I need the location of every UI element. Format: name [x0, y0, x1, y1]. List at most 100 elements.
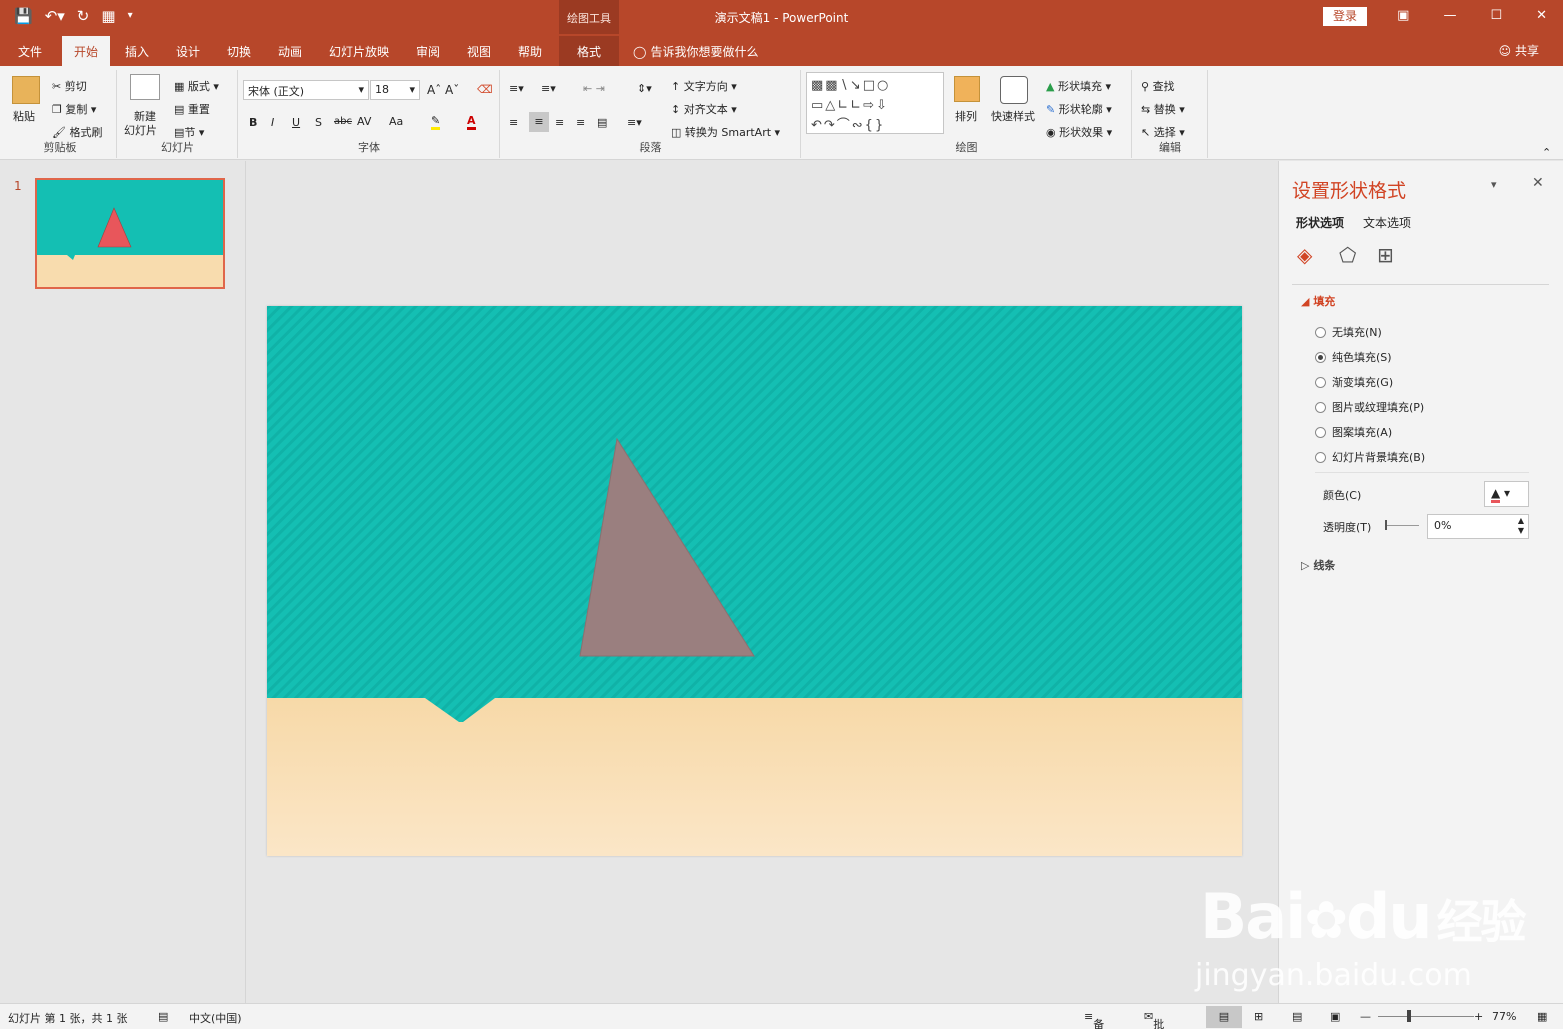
fill-option-picture[interactable]: 图片或纹理填充(P)	[1315, 399, 1424, 415]
fill-option-none[interactable]: 无填充(N)	[1315, 324, 1382, 340]
paste-icon[interactable]	[12, 76, 40, 104]
fill-section-header[interactable]: ◢ 填充	[1301, 293, 1335, 309]
login-button[interactable]: 登录	[1323, 7, 1367, 26]
quick-styles-button[interactable]: 快速样式	[991, 108, 1035, 124]
new-slide-icon[interactable]	[130, 74, 160, 100]
tab-animations[interactable]: 动画	[278, 43, 302, 60]
tab-transitions[interactable]: 切换	[227, 43, 251, 60]
sorter-view-icon[interactable]: ⊞	[1254, 1010, 1263, 1023]
maximize-icon[interactable]: ☐	[1490, 8, 1502, 23]
align-text-button[interactable]: ↕ 对齐文本 ▾	[671, 101, 737, 117]
bullets-icon[interactable]: ≡▾	[509, 82, 524, 95]
shape-effects-button[interactable]: ◉ 形状效果 ▾	[1046, 124, 1112, 140]
reset-button[interactable]: ▤ 重置	[174, 101, 210, 117]
zoom-out-icon[interactable]: —	[1360, 1010, 1371, 1023]
spinner-icon[interactable]: ▲ ▼	[1518, 516, 1524, 536]
case-button[interactable]: Aa	[389, 115, 403, 128]
copy-button[interactable]: ❐ 复制 ▾	[52, 101, 96, 117]
collapse-ribbon-icon[interactable]: ⌃	[1542, 146, 1551, 159]
strikethrough-button[interactable]: abc	[334, 116, 352, 127]
minimize-icon[interactable]: —	[1443, 8, 1456, 23]
shapes-gallery[interactable]: ▩▩∖↘□○ ▭△∟∟⇨⇩ ↶↷⌒∾{}	[806, 72, 944, 134]
tab-view[interactable]: 视图	[467, 43, 491, 60]
new-slide-label-2[interactable]: 幻灯片	[124, 122, 157, 138]
fit-slide-icon[interactable]: ▦	[1537, 1010, 1547, 1023]
fill-line-icon[interactable]: ◈	[1297, 243, 1312, 267]
text-options-tab[interactable]: 文本选项	[1363, 214, 1411, 231]
zoom-in-icon[interactable]: +	[1474, 1010, 1483, 1023]
numbering-icon[interactable]: ≡▾	[541, 82, 556, 95]
clear-format-icon[interactable]: ⌫	[477, 83, 493, 96]
notes-button[interactable]: ≡ 备注	[1084, 1010, 1104, 1029]
align-center-icon[interactable]: ≡	[529, 112, 549, 132]
transparency-input[interactable]: 0% ▲ ▼	[1427, 514, 1529, 539]
language-status[interactable]: 中文(中国)	[189, 1010, 242, 1026]
tab-home[interactable]: 开始	[62, 36, 111, 66]
font-name-combo[interactable]: 宋体 (正文) ▾	[243, 80, 369, 100]
font-color-icon[interactable]: A	[467, 114, 476, 130]
pane-options-icon[interactable]: ▾	[1491, 178, 1497, 191]
smartart-button[interactable]: ◫ 转换为 SmartArt ▾	[671, 124, 780, 140]
text-direction-button[interactable]: ↑ 文字方向 ▾	[671, 78, 737, 94]
normal-view-icon[interactable]: ▤	[1206, 1006, 1242, 1028]
tab-file[interactable]: 文件	[18, 43, 42, 60]
tab-review[interactable]: 审阅	[416, 43, 440, 60]
reading-view-icon[interactable]: ▤	[1292, 1010, 1302, 1023]
fill-option-background[interactable]: 幻灯片背景填充(B)	[1315, 449, 1425, 465]
font-size-combo[interactable]: 18 ▾	[370, 80, 420, 100]
slide-thumbnail[interactable]	[35, 178, 225, 289]
find-button[interactable]: ⚲ 查找	[1141, 78, 1175, 94]
tab-help[interactable]: 帮助	[518, 43, 542, 60]
paste-button[interactable]: 粘贴	[13, 108, 35, 124]
fill-option-pattern[interactable]: 图案填充(A)	[1315, 424, 1392, 440]
justify-icon[interactable]: ≡	[576, 116, 585, 129]
line-spacing-icon[interactable]: ⇕▾	[637, 82, 652, 95]
quick-styles-icon[interactable]	[1000, 76, 1028, 104]
highlight-icon[interactable]: ✎	[431, 114, 441, 130]
align-right-icon[interactable]: ≡	[555, 116, 564, 129]
close-icon[interactable]: ✕	[1532, 175, 1544, 191]
share-button[interactable]: ☺ 共享	[1499, 42, 1539, 59]
tab-format[interactable]: 格式	[559, 36, 619, 66]
italic-button[interactable]: I	[271, 116, 274, 129]
section-button[interactable]: ▤节 ▾	[174, 124, 204, 140]
tab-design[interactable]: 设计	[176, 43, 200, 60]
shape-fill-button[interactable]: ▲ 形状填充 ▾	[1046, 78, 1111, 94]
underline-button[interactable]: U	[292, 116, 300, 129]
accessibility-icon[interactable]: ▤	[158, 1010, 168, 1023]
tell-me-box[interactable]: ◯ 告诉我你想要做什么	[633, 43, 758, 60]
fill-option-solid[interactable]: 纯色填充(S)	[1315, 349, 1392, 365]
tab-insert[interactable]: 插入	[125, 43, 149, 60]
shadow-button[interactable]: S	[315, 116, 322, 129]
cut-button[interactable]: ✂ 剪切	[52, 78, 87, 94]
tab-slideshow[interactable]: 幻灯片放映	[329, 43, 389, 60]
fill-option-gradient[interactable]: 渐变填充(G)	[1315, 374, 1393, 390]
align-left-icon[interactable]: ≡	[509, 116, 518, 129]
zoom-level[interactable]: 77%	[1492, 1010, 1516, 1023]
columns-icon[interactable]: ≡▾	[627, 116, 642, 129]
effects-pentagon-icon[interactable]: ⬠	[1339, 243, 1356, 267]
line-section-header[interactable]: ▷ 线条	[1301, 557, 1335, 573]
shape-options-tab[interactable]: 形状选项	[1296, 214, 1344, 231]
indent-icons[interactable]: ⇤ ⇥	[583, 82, 605, 95]
format-painter-button[interactable]: 🖌 格式刷	[52, 124, 102, 140]
zoom-slider-thumb[interactable]	[1407, 1010, 1411, 1022]
layout-button[interactable]: ▦ 版式 ▾	[174, 78, 219, 94]
transparency-slider[interactable]	[1385, 525, 1419, 526]
restore-icon[interactable]: ▣	[1397, 8, 1409, 23]
close-icon[interactable]: ✕	[1536, 8, 1547, 23]
spacing-button[interactable]: AV	[357, 115, 371, 128]
slide-canvas[interactable]	[267, 306, 1242, 856]
shape-outline-button[interactable]: ✎ 形状轮廓 ▾	[1046, 101, 1112, 117]
zoom-slider[interactable]	[1378, 1016, 1474, 1017]
replace-button[interactable]: ⇆ 替换 ▾	[1141, 101, 1185, 117]
select-button[interactable]: ↖ 选择 ▾	[1141, 124, 1185, 140]
slideshow-view-icon[interactable]: ▣	[1330, 1010, 1340, 1023]
transparency-slider-thumb[interactable]	[1385, 520, 1387, 530]
color-picker-button[interactable]: ▲ ▾	[1484, 481, 1529, 507]
arrange-icon[interactable]	[954, 76, 980, 102]
distributed-icon[interactable]: ▤	[597, 116, 607, 129]
size-properties-icon[interactable]: ⊞	[1377, 243, 1394, 267]
comments-button[interactable]: ✉ 批注	[1144, 1010, 1164, 1029]
bold-button[interactable]: B	[249, 116, 257, 129]
